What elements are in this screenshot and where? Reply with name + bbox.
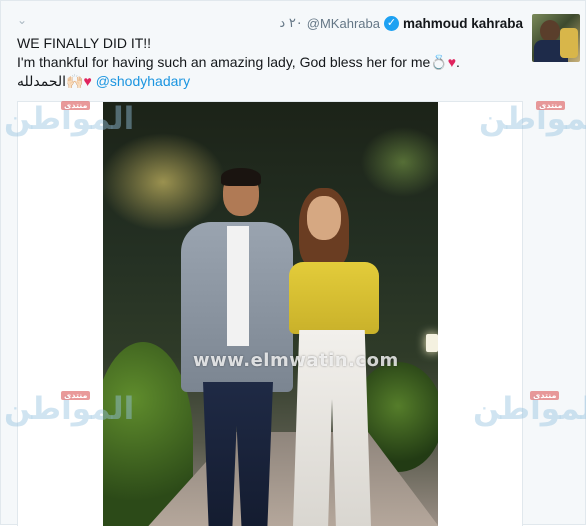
brand-watermark-badge: منتدى xyxy=(536,101,566,110)
avatar-face xyxy=(540,20,560,42)
arabic-text: الحمدلله xyxy=(17,73,67,89)
brand-watermark-badge: منتدى xyxy=(61,391,91,400)
tweet-text-line-1: WE FINALLY DID IT!! xyxy=(17,35,152,51)
verified-badge-icon: ✓ xyxy=(383,15,399,31)
tweet-text-period: . xyxy=(456,54,460,70)
tweet-header: ٢٠ د @MKahraba ✓ mahmoud kahraba xyxy=(279,14,523,32)
garden-lamp xyxy=(426,334,438,352)
user-handle[interactable]: @MKahraba xyxy=(307,16,380,31)
raised-hands-emoji: 🙌🏻 xyxy=(66,73,84,89)
avatar-trophy xyxy=(560,28,578,58)
brand-watermark-badge: منتدى xyxy=(61,101,91,110)
brand-watermark: المواطن xyxy=(479,101,586,136)
woman-top xyxy=(289,262,379,334)
ring-emoji: 💍 xyxy=(430,54,448,70)
tweet-photo[interactable] xyxy=(103,102,438,526)
mention-link[interactable]: @shodyhadary xyxy=(96,73,190,89)
woman-head xyxy=(307,196,341,240)
tweet-text-line-2: I'm thankful for having such an amazing … xyxy=(17,53,527,72)
tweet-text-body: I'm thankful for having such an amazing … xyxy=(17,54,431,70)
brand-watermark-badge: منتدى xyxy=(530,391,560,400)
chevron-down-icon[interactable]: ⌄ xyxy=(15,13,29,27)
display-name[interactable]: mahmoud kahraba xyxy=(403,16,523,31)
heart-emoji: ♥ xyxy=(447,54,457,70)
site-watermark: www.elmwatin.com xyxy=(193,350,399,371)
timestamp[interactable]: ٢٠ د xyxy=(279,15,302,31)
tweet-text: WE FINALLY DID IT!! I'm thankful for hav… xyxy=(17,34,527,91)
tweet-media[interactable]: www.elmwatin.com xyxy=(17,101,523,526)
tweet-card: ⌄ ٢٠ د @MKahraba ✓ mahmoud kahraba WE FI… xyxy=(0,0,586,526)
man-shirt xyxy=(227,226,249,346)
avatar[interactable] xyxy=(532,14,580,62)
heart-emoji: ♥ xyxy=(83,73,92,89)
tweet-text-line-3: الحمدلله🙌🏻♥ @shodyhadary xyxy=(17,72,527,91)
man-hair xyxy=(221,168,261,186)
